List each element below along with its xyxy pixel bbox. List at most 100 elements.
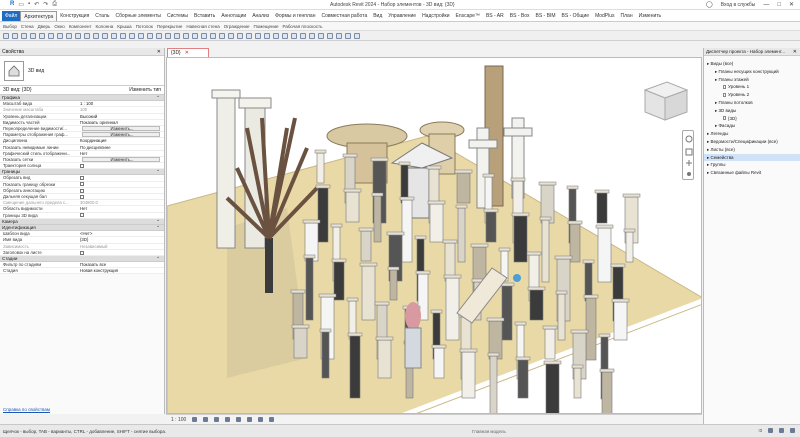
column-element[interactable] [345,191,360,223]
column-element[interactable] [513,215,528,263]
ribbon-tab[interactable]: BS - AR [483,11,507,21]
tool-icon[interactable] [210,32,216,39]
browser-item[interactable]: ▸ 3D виды [704,107,800,115]
ribbon-tool[interactable]: Компонент [69,24,92,29]
close-icon[interactable]: ✕ [185,50,189,56]
property-value[interactable] [78,194,164,199]
ribbon-tool[interactable]: Окно [54,24,64,29]
vase-column[interactable] [404,302,422,369]
ribbon-tool[interactable]: Выбор [3,24,17,29]
browser-item[interactable]: ▸ Легенды [704,130,800,138]
3d-viewport[interactable] [166,57,702,414]
column-element[interactable] [433,347,445,379]
ribbon-tool[interactable]: Колонна [96,24,114,29]
save-icon[interactable]: ▪ [28,1,30,8]
collapse-icon[interactable]: ⌃ [156,256,160,261]
browser-item[interactable]: ▸ Планы несущих конструкций [704,68,800,76]
tool-icon[interactable] [156,32,162,39]
ribbon-tab[interactable]: BS - Box [507,11,533,21]
properties-help-link[interactable]: Справка по свойствам [3,407,50,412]
tool-icon[interactable] [264,32,270,39]
tool-icon[interactable] [138,32,144,39]
print-icon[interactable]: ⎙ [52,1,57,8]
property-value[interactable]: Независимый [78,244,164,249]
column-element[interactable] [489,355,498,414]
browser-item[interactable]: {3D} [704,115,800,123]
view-scale[interactable]: 1 : 100 [171,417,186,423]
ribbon-tab[interactable]: План [618,11,636,21]
browser-item[interactable]: ▸ Листы (все) [704,146,800,154]
tool-icon[interactable] [147,32,153,39]
navigation-bar[interactable] [682,130,694,180]
column-element[interactable] [305,257,314,321]
ribbon-tab[interactable]: Управление [385,11,419,21]
sun-path-icon[interactable] [214,417,220,422]
ribbon-tab[interactable]: ModPlus [592,11,617,21]
column-element[interactable] [321,331,330,379]
ribbon-tab[interactable]: Сборные элементы [112,11,164,21]
tool-icon[interactable] [300,32,306,39]
instance-filter[interactable]: 3D вид: {3D} Изменить тип [0,86,164,95]
tool-icon[interactable] [228,32,234,39]
ribbon-tool[interactable]: Навесная стена [186,24,219,29]
checkbox[interactable] [80,163,84,168]
property-value[interactable]: Показать оригинал [78,120,164,125]
property-value[interactable]: 304800.0 [78,200,164,205]
user-icon[interactable]: ◯ [706,1,713,8]
close-icon[interactable]: ✕ [157,48,161,55]
sign-in-label[interactable]: Вход в службы [721,2,756,8]
column-element[interactable] [529,289,544,321]
ribbon-tab[interactable]: Конструкция [57,11,92,21]
column-element[interactable] [361,265,376,321]
main-model-label[interactable]: Главная модель [472,429,506,434]
ribbon-tool[interactable]: Крыша [117,24,131,29]
tool-icon[interactable] [129,32,135,39]
ribbon-tab[interactable]: Сталь [92,11,112,21]
column-element[interactable] [597,227,612,283]
select-links-icon[interactable] [779,428,784,433]
tool-icon[interactable] [30,32,36,39]
tool-icon[interactable] [336,32,342,39]
browser-item[interactable]: ▸ Ведомости/Спецификации (все) [704,138,800,146]
tool-icon[interactable] [12,32,18,39]
ribbon-tab[interactable]: Анализ [249,11,272,21]
type-selector[interactable]: 3D вид [0,56,164,86]
property-value[interactable]: {3D} [78,237,164,242]
column-element[interactable] [377,339,392,379]
column-element[interactable] [457,207,466,263]
tool-icon[interactable] [201,32,207,39]
select-pinned-icon[interactable] [790,428,795,433]
column-element[interactable] [545,363,560,414]
collapse-icon[interactable]: ⌃ [156,225,160,230]
ribbon-tab[interactable]: Enscape™ [453,11,483,21]
tool-icon[interactable] [120,32,126,39]
tool-icon[interactable] [345,32,351,39]
minimize-icon[interactable]: — [763,2,769,8]
checkbox[interactable] [80,176,84,181]
column-element[interactable] [389,269,398,301]
close-icon[interactable]: ✕ [793,48,797,55]
browser-item[interactable]: ▸ Группы [704,161,800,169]
browser-item[interactable]: ▸ Фасады [704,122,800,130]
browser-item[interactable]: ▸ Планы этажей [704,76,800,84]
reveal-hidden-icon[interactable] [269,417,275,422]
browser-item[interactable]: ▸ Виды (все) [704,60,800,68]
property-value[interactable]: 1 : 100 [78,101,164,106]
tool-icon[interactable] [354,32,360,39]
collapse-icon[interactable]: ⌃ [156,219,160,224]
ribbon-tab[interactable]: Архитектура [20,10,58,21]
column-element[interactable] [461,351,476,399]
property-value[interactable]: Нет [78,151,164,156]
ribbon-tool[interactable]: Перекрытие [157,24,183,29]
ribbon-tab[interactable]: Надстройки [419,11,452,21]
ribbon-tool[interactable]: Стена [21,24,34,29]
open-icon[interactable]: ▭ [18,1,24,8]
column-element[interactable] [445,277,460,341]
column-element[interactable] [349,335,361,399]
column-element[interactable] [501,285,513,341]
visual-style-icon[interactable] [203,417,209,422]
ribbon-tab[interactable]: BS - Общие [559,11,593,21]
column-element[interactable] [317,187,329,243]
property-value[interactable] [78,188,164,193]
collapse-icon[interactable]: ⌃ [156,95,160,100]
